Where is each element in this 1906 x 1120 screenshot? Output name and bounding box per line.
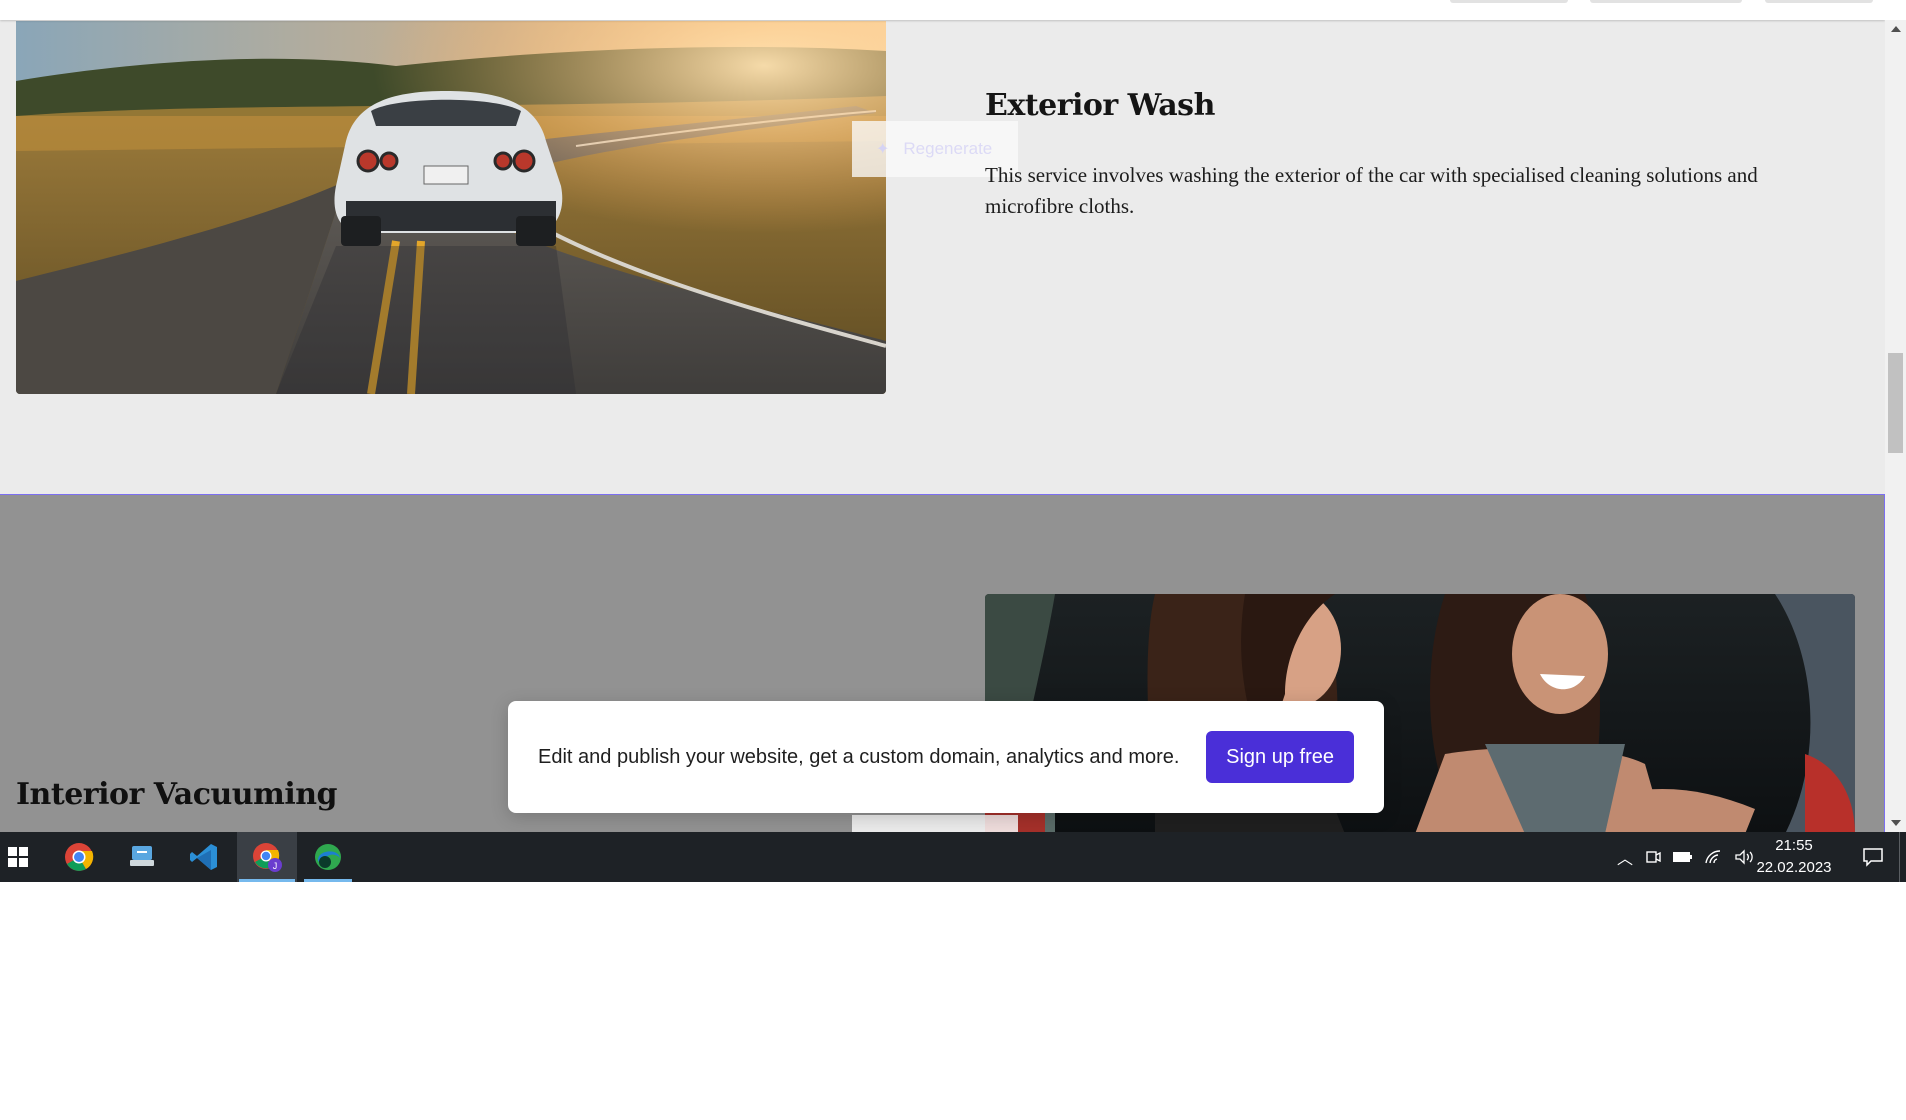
clock-time: 21:55 — [1775, 837, 1813, 854]
edge-dev-icon[interactable] — [302, 832, 354, 882]
active-app-indicator — [239, 879, 295, 882]
file-transfer-icon[interactable] — [113, 832, 171, 882]
top-bar-button[interactable] — [1590, 0, 1742, 3]
page-scrollbar[interactable] — [1885, 20, 1906, 832]
chevron-up-icon[interactable]: ︿ — [1610, 845, 1640, 869]
battery-icon[interactable] — [1672, 848, 1694, 866]
system-tray: ︿ — [1610, 832, 1756, 882]
car-on-road-photo — [16, 21, 886, 394]
top-bar-button[interactable] — [1450, 0, 1568, 3]
chrome-profile-icon[interactable]: J — [237, 832, 297, 882]
vscode-icon[interactable] — [175, 832, 233, 882]
clock-date: 22.02.2023 — [1756, 859, 1832, 876]
svg-text:J: J — [273, 861, 278, 871]
active-app-indicator — [304, 879, 352, 882]
windows-taskbar: J ︿ 21:55 22.02.2023 — [0, 832, 1906, 882]
exterior-wash-title: Exterior Wash — [985, 88, 1215, 123]
screen: ✦ Regenerate Exterior Wash This service … — [0, 0, 1906, 882]
wifi-icon[interactable] — [1704, 848, 1724, 866]
interior-vacuuming-title: Interior Vacuuming — [16, 777, 338, 812]
exterior-wash-description: This service involves washing the exteri… — [985, 163, 1758, 218]
taskbar-clock[interactable]: 21:55 22.02.2023 — [1752, 832, 1836, 882]
exterior-wash-section[interactable]: ✦ Regenerate Exterior Wash This service … — [0, 20, 1885, 494]
start-icon[interactable] — [0, 832, 36, 882]
regenerate-label: Regenerate — [903, 139, 993, 158]
top-bar-button[interactable] — [1765, 0, 1873, 3]
chrome-icon[interactable] — [50, 832, 108, 882]
notification-center-icon[interactable] — [1850, 832, 1896, 882]
signup-banner-message: Edit and publish your website, get a cus… — [538, 745, 1180, 768]
scrollbar-thumb[interactable] — [1888, 353, 1903, 453]
browser-viewport: ✦ Regenerate Exterior Wash This service … — [0, 0, 1885, 832]
meet-now-icon[interactable] — [1644, 848, 1662, 866]
show-desktop-button[interactable] — [1899, 832, 1900, 882]
regenerate-button-ghost[interactable] — [852, 815, 1018, 832]
signup-banner: Edit and publish your website, get a cus… — [508, 701, 1384, 813]
scroll-down-arrow-icon[interactable] — [1891, 820, 1901, 826]
sign-up-free-button[interactable]: Sign up free — [1206, 731, 1354, 783]
scroll-up-arrow-icon[interactable] — [1891, 26, 1901, 32]
editor-top-bar — [0, 0, 1885, 20]
sparkle-icon: ✦ — [876, 141, 890, 158]
